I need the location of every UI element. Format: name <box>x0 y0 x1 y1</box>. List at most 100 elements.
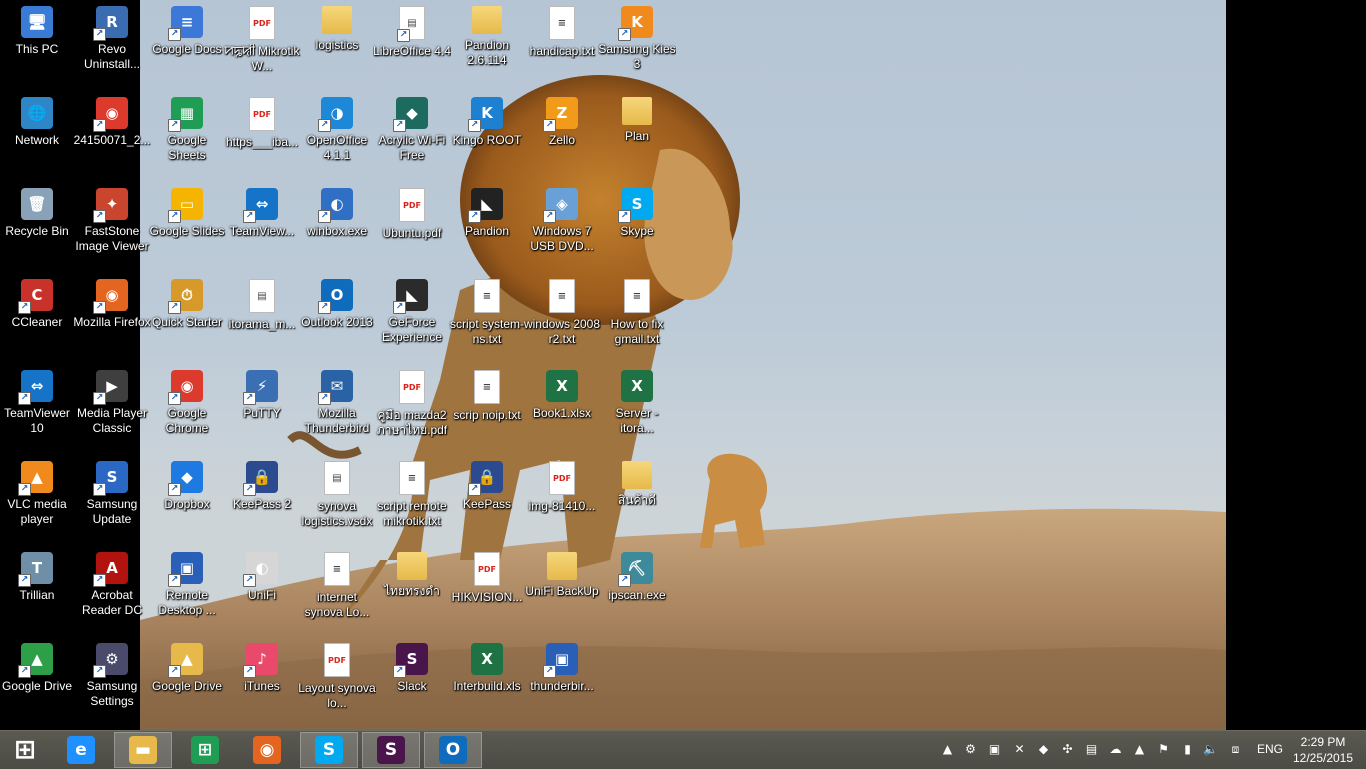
desktop-icon[interactable]: ⚡ ↗ PuTTY <box>225 364 299 452</box>
outlook-icon: O <box>439 736 467 764</box>
input-language-indicator[interactable]: ENG <box>1257 742 1283 756</box>
desktop-icon[interactable]: ⛏ ↗ ipscan.exe <box>600 546 674 634</box>
desktop-icon[interactable]: ≡ How to fix gmail.txt <box>600 273 674 361</box>
desktop-icon[interactable]: R ↗ Revo Uninstall... <box>75 0 149 88</box>
desktop-icon[interactable]: C ↗ CCleaner <box>0 273 74 361</box>
desktop-icon[interactable]: PDF Ubuntu.pdf <box>375 182 449 270</box>
display-icon[interactable]: ▤ <box>1084 742 1099 757</box>
flag-icon[interactable]: ⚑ <box>1156 742 1171 757</box>
internet-explorer-button[interactable]: e <box>52 732 110 768</box>
desktop-icon[interactable]: ◐ ↗ UniFi <box>225 546 299 634</box>
skype-button[interactable]: S <box>300 732 358 768</box>
network-app-icon[interactable]: ✣ <box>1060 742 1075 757</box>
desktop-icon[interactable]: 🖥 This PC <box>0 0 74 88</box>
sync-error-icon[interactable]: ✕ <box>1012 742 1027 757</box>
desktop-icon[interactable]: ◐ ↗ winbox.exe <box>300 182 374 270</box>
desktop-icon[interactable]: S ↗ Slack <box>375 637 449 725</box>
desktop-icon[interactable]: ≡ scrip noip.txt <box>450 364 524 452</box>
desktop[interactable]: 🖥 This PC 🌐 Network 🗑 Recycle Bin C ↗ CCleaner ⇔ ↗… <box>0 0 1366 730</box>
monitor-icon[interactable]: ▣ <box>987 742 1002 757</box>
shortcut-arrow-icon: ↗ <box>397 29 410 42</box>
start-button[interactable]: ⊞ <box>0 732 50 768</box>
desktop-icon[interactable]: ▲ ↗ Google Drive <box>150 637 224 725</box>
desktop-icon[interactable]: PDF HIKVISION... <box>450 546 524 634</box>
desktop-icon[interactable]: ▤ itorama_m... <box>225 273 299 361</box>
desktop-icon[interactable]: ≡ script system-ns.txt <box>450 273 524 361</box>
desktop-icon[interactable]: logistics <box>300 0 374 88</box>
desktop-icon[interactable]: ▣ ↗ thunderbir... <box>525 637 599 725</box>
desktop-icon[interactable]: ▣ ↗ Remote Desktop ... <box>150 546 224 634</box>
desktop-icon[interactable]: ◑ ↗ OpenOffice 4.1.1 <box>300 91 374 179</box>
desktop-icon[interactable]: ◉ ↗ Google Chrome <box>150 364 224 452</box>
desktop-icon[interactable]: ◉ ↗ 24150071_2... <box>74 91 150 179</box>
desktop-icon[interactable]: X Book1.xlsx <box>525 364 599 452</box>
cloud-icon[interactable]: ☁ <box>1108 742 1123 757</box>
desktop-icon[interactable]: PDF คู่มือ mazda2 ภาษาไทย.pdf <box>375 364 449 452</box>
desktop-icon[interactable]: K ↗ Kingo ROOT <box>450 91 524 179</box>
desktop-icon[interactable]: ▶ ↗ Media Player Classic <box>75 364 149 452</box>
desktop-icon[interactable]: UniFi BackUp <box>525 546 599 634</box>
gear-icon[interactable]: ⚙ <box>963 742 978 757</box>
desktop-icon[interactable]: ⇔ ↗ TeamView... <box>225 182 299 270</box>
desktop-icon[interactable]: สินค้าดี <box>600 455 674 543</box>
desktop-icon[interactable]: ⚙ ↗ Samsung Settings <box>75 637 149 725</box>
desktop-icon[interactable]: ◆ ↗ Dropbox <box>150 455 224 543</box>
speaker-icon[interactable]: 🔈 <box>1203 742 1218 757</box>
desktop-icon[interactable]: ไทยทรงดำ <box>375 546 449 634</box>
desktop-icon[interactable]: ▲ ↗ VLC media player <box>0 455 74 543</box>
desktop-icon[interactable]: ✉ ↗ Mozilla Thunderbird <box>300 364 374 452</box>
desktop-icon[interactable]: A ↗ Acrobat Reader DC <box>75 546 149 634</box>
desktop-icon[interactable]: ◈ ↗ Windows 7 USB DVD... <box>525 182 599 270</box>
desktop-icon[interactable]: ⇔ ↗ TeamViewer 10 <box>0 364 74 452</box>
desktop-icon[interactable]: ◆ ↗ Acrylic Wi-Fi Free <box>375 91 449 179</box>
desktop-icon[interactable]: 🔒 ↗ KeePass <box>450 455 524 543</box>
desktop-icon[interactable]: ⏱ ↗ Quick Starter <box>150 273 224 361</box>
desktop-icon[interactable]: ▭ ↗ Google Slides <box>150 182 224 270</box>
desktop-icon[interactable]: ≡ handicap.txt <box>525 0 599 88</box>
desktop-icon[interactable]: S ↗ Skype <box>600 182 674 270</box>
slack-button[interactable]: S <box>362 732 420 768</box>
store-button[interactable]: ⊞ <box>176 732 234 768</box>
desktop-icon[interactable]: K ↗ Samsung Kies 3 <box>598 0 676 88</box>
desktop-icon[interactable]: PDF https___iba... <box>225 91 299 179</box>
desktop-icon[interactable]: 🔒 ↗ KeePass 2 <box>225 455 299 543</box>
desktop-icon[interactable]: X Server - itora... <box>600 364 674 452</box>
desktop-icon[interactable]: ♪ ↗ iTunes <box>225 637 299 725</box>
firefox-button[interactable]: ◉ <box>238 732 296 768</box>
desktop-icon[interactable]: ◉ ↗ Mozilla Firefox <box>73 273 151 361</box>
desktop-icon[interactable]: Z ↗ Zello <box>525 91 599 179</box>
desktop-icon-label: Samsung Update <box>86 497 138 526</box>
desktop-icon[interactable]: ▦ ↗ Google Sheets <box>150 91 224 179</box>
desktop-icon[interactable]: ▤ ↗ LibreOffice 4.4 <box>373 0 451 88</box>
desktop-icon[interactable]: O ↗ Outlook 2013 <box>300 273 374 361</box>
desktop-icon[interactable]: X Interbuild.xls <box>450 637 524 725</box>
desktop-icon[interactable]: ▲ ↗ Google Drive <box>0 637 74 725</box>
desktop-icon[interactable]: 🗑 Recycle Bin <box>0 182 74 270</box>
desktop-icon[interactable]: ◣ ↗ Pandion <box>450 182 524 270</box>
google-drive-icon[interactable]: ▲ <box>1132 742 1147 757</box>
shortcut-arrow-icon: ↗ <box>168 392 181 405</box>
desktop-icon[interactable]: Plan <box>600 91 674 179</box>
desktop-icon[interactable]: ▤ synova logistics.vsdx <box>300 455 374 543</box>
desktop-icon[interactable]: PDF ꠙꠍꠢꠤ Mikrotik W... <box>225 0 299 88</box>
desktop-icon[interactable]: PDF Layout synova lo... <box>298 637 376 725</box>
desktop-icon[interactable]: ≡ script remote mikrotik.txt <box>375 455 449 543</box>
clock[interactable]: 2:29 PM 12/25/2015 <box>1290 734 1356 766</box>
battery-icon[interactable]: ▮ <box>1180 742 1195 757</box>
desktop-icon[interactable]: ✦ ↗ FastStone Image Viewer <box>75 182 149 270</box>
desktop-icon[interactable]: ≡ ↗ Google Docs <box>150 0 224 88</box>
desktop-icon[interactable]: T ↗ Trillian <box>0 546 74 634</box>
desktop-icon[interactable]: 🌐 Network <box>0 91 74 179</box>
chevron-up-icon[interactable]: ▲ <box>940 742 955 757</box>
desktop-icon[interactable]: PDF img-81410... <box>525 455 599 543</box>
app-icon[interactable]: ◆ <box>1036 742 1051 757</box>
shortcut-arrow-icon: ↗ <box>618 574 631 587</box>
file-explorer-button[interactable]: ▬ <box>114 732 172 768</box>
desktop-icon[interactable]: ≡ internet synova Lo... <box>300 546 374 634</box>
desktop-icon[interactable]: ≡ windows 2008 r2.txt <box>524 273 600 361</box>
desktop-icon[interactable]: ◣ ↗ GeForce Experience <box>375 273 449 361</box>
outlook-button[interactable]: O <box>424 732 482 768</box>
desktop-icon[interactable]: Pandion 2.6.114 <box>450 0 524 88</box>
network-status-icon[interactable]: ⧈ <box>1228 742 1243 757</box>
desktop-icon[interactable]: S ↗ Samsung Update <box>75 455 149 543</box>
